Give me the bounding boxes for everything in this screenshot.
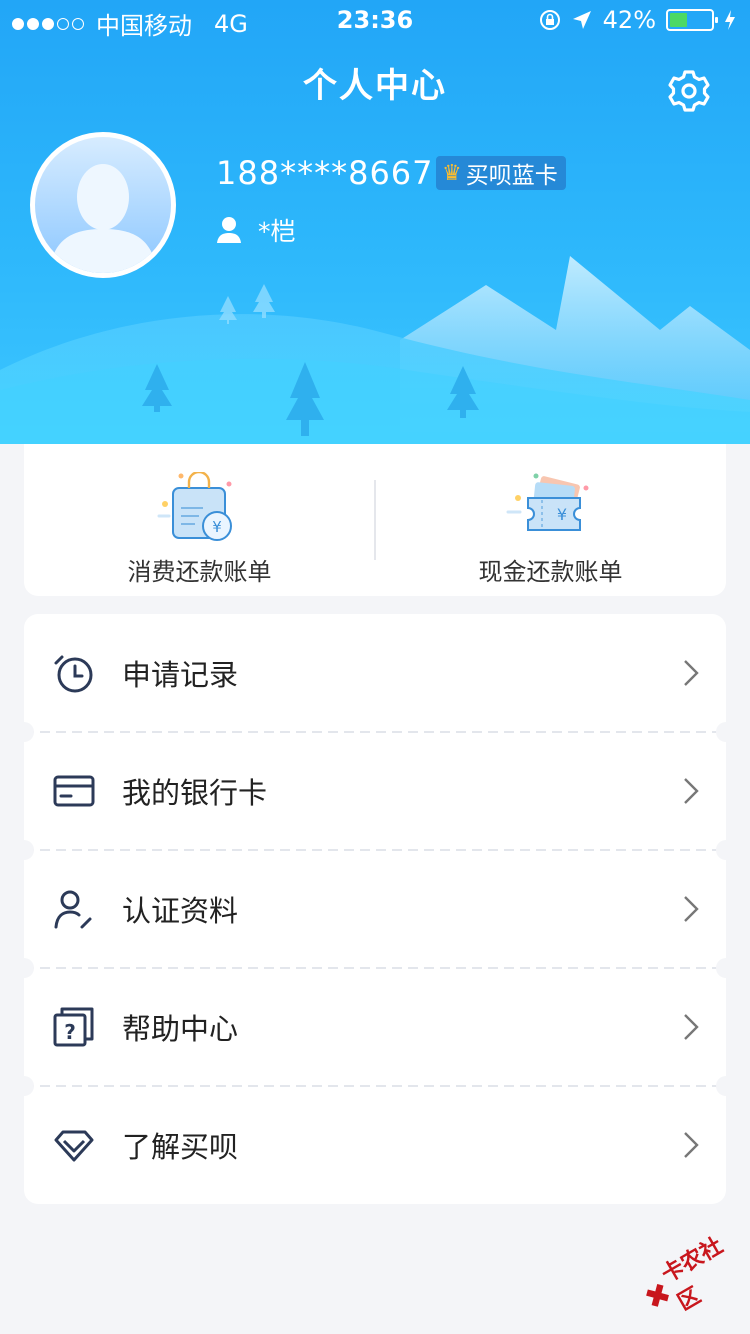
bill-entry-card: ¥ 消费还款账单 ¥ 现金还款账单 xyxy=(24,444,726,596)
menu-label: 了解买呗 xyxy=(122,1130,239,1164)
mountain-scenery-illustration xyxy=(0,256,750,444)
svg-text:¥: ¥ xyxy=(556,505,566,524)
chevron-right-icon xyxy=(684,1132,699,1158)
chevron-right-icon xyxy=(684,660,699,686)
consumer-bill-entry[interactable]: ¥ 消费还款账单 xyxy=(24,444,375,596)
help-icon: ? xyxy=(53,1007,94,1047)
phone-number: 188****8667 xyxy=(216,154,434,192)
cash-bill-entry[interactable]: ¥ 现金还款账单 xyxy=(375,444,726,596)
diamond-icon xyxy=(54,1130,94,1162)
location-arrow-icon xyxy=(572,11,591,29)
ticket-notch xyxy=(14,958,34,978)
vip-badge[interactable]: ♛ 买呗蓝卡 xyxy=(436,156,566,190)
ticket-notch xyxy=(716,722,736,742)
row-divider xyxy=(24,849,726,851)
battery-percent: 42% xyxy=(602,6,656,34)
menu-item-help-center[interactable]: ? 帮助中心 xyxy=(24,968,726,1086)
menu-label: 我的银行卡 xyxy=(122,776,268,810)
menu-item-about-maibei[interactable]: 了解买呗 xyxy=(24,1086,726,1204)
vip-badge-label: 买呗蓝卡 xyxy=(465,163,558,189)
gear-icon[interactable] xyxy=(666,68,712,114)
ticket-notch xyxy=(716,840,736,860)
orientation-lock-icon xyxy=(539,10,560,30)
ticket-notch xyxy=(716,1076,736,1096)
row-divider xyxy=(24,731,726,733)
menu-list: 申请记录 我的银行卡 认证资料 ? 帮助中心 了解买呗 xyxy=(14,614,736,1204)
charging-bolt-icon xyxy=(725,10,735,30)
chevron-right-icon xyxy=(684,778,699,804)
chevron-right-icon xyxy=(684,896,699,922)
consumer-bill-label: 消费还款账单 xyxy=(127,558,272,586)
status-bar: 中国移动 4G 23:36 42% xyxy=(0,0,750,40)
cash-bill-label: 现金还款账单 xyxy=(478,558,623,586)
user-verify-icon xyxy=(54,890,92,929)
crown-icon: ♛ xyxy=(442,160,462,186)
page-title: 个人中心 xyxy=(303,66,447,106)
row-divider xyxy=(24,967,726,969)
chevron-right-icon xyxy=(684,1014,699,1040)
battery-icon xyxy=(666,9,718,31)
watermark: ✖ 卡农社区 xyxy=(629,1218,750,1333)
bank-card-icon xyxy=(53,775,95,807)
row-divider xyxy=(24,1085,726,1087)
clock-history-icon xyxy=(54,655,93,693)
menu-item-verification-info[interactable]: 认证资料 xyxy=(24,850,726,968)
menu-label: 认证资料 xyxy=(122,894,239,928)
shopping-bill-icon: ¥ xyxy=(157,472,232,541)
ticket-notch xyxy=(716,958,736,978)
menu-item-bank-cards[interactable]: 我的银行卡 xyxy=(24,732,726,850)
ticket-notch xyxy=(14,840,34,860)
profile-header: 中国移动 4G 23:36 42% 个人中心 188****8667 ♛ 买呗蓝… xyxy=(0,0,750,444)
svg-text:?: ? xyxy=(64,1020,76,1044)
menu-item-application-records[interactable]: 申请记录 xyxy=(24,614,726,732)
ticket-notch xyxy=(14,722,34,742)
cash-bill-icon: ¥ xyxy=(506,473,588,531)
svg-text:¥: ¥ xyxy=(212,518,222,536)
menu-label: 帮助中心 xyxy=(122,1012,239,1046)
menu-label: 申请记录 xyxy=(122,658,239,692)
ticket-notch xyxy=(14,1076,34,1096)
